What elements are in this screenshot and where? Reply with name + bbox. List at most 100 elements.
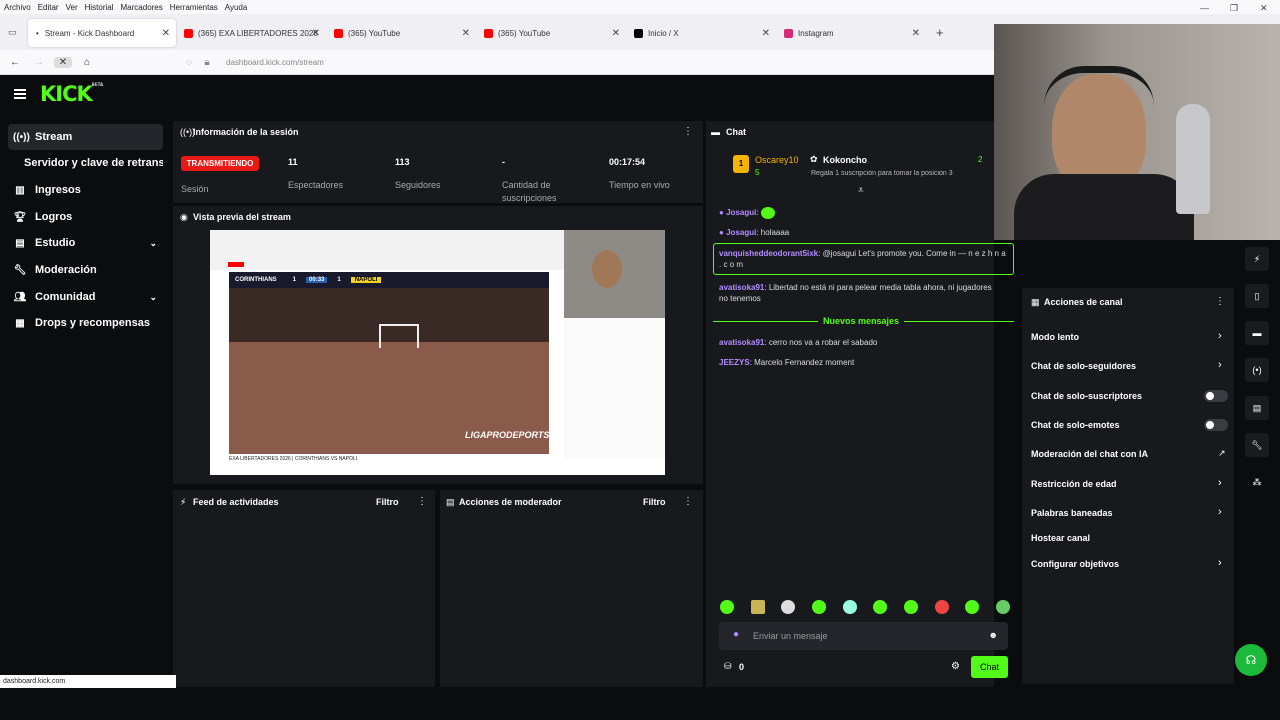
close-tab-icon[interactable]: ✕ bbox=[612, 28, 620, 39]
menu-ayuda[interactable]: Ayuda bbox=[225, 3, 248, 12]
chat-username[interactable]: Josagui bbox=[726, 208, 756, 217]
kick-logo[interactable]: KICKBETA bbox=[40, 82, 103, 106]
chevron-right-icon[interactable]: › bbox=[1218, 477, 1222, 489]
url-text[interactable]: dashboard.kick.com/stream bbox=[226, 58, 324, 67]
action-goals[interactable]: Configurar objetivos bbox=[1031, 559, 1119, 569]
forward-icon[interactable]: → bbox=[30, 57, 48, 68]
close-tab-icon[interactable]: ✕ bbox=[462, 28, 470, 39]
close-tab-icon[interactable]: ✕ bbox=[762, 28, 770, 39]
tab-exa-libertadores[interactable]: (365) EXA LIBERTADORES 2026 ✕ bbox=[176, 19, 326, 47]
chat-message: avatisoka91: Libertad no está ni para pe… bbox=[719, 283, 992, 303]
activity-feed-filter[interactable]: Filtro bbox=[376, 497, 399, 507]
emote-icon[interactable] bbox=[873, 600, 888, 614]
chevron-right-icon[interactable]: › bbox=[1218, 506, 1222, 518]
new-tab-icon[interactable]: + bbox=[936, 25, 944, 40]
emotes-only-toggle[interactable] bbox=[1204, 419, 1228, 431]
chat-send-button[interactable]: Chat bbox=[971, 656, 1008, 678]
chat-input[interactable]: ● Enviar un mensaje ☻ bbox=[719, 622, 1008, 650]
emote-icon[interactable] bbox=[750, 600, 765, 614]
lock-icon[interactable]: 🔒︎ bbox=[198, 57, 216, 68]
sidebar-item-comunidad[interactable]: 👥︎ Comunidad ⌄ bbox=[8, 284, 163, 310]
emote-icon[interactable] bbox=[811, 600, 826, 614]
gifter-name[interactable]: Kokoncho bbox=[823, 155, 867, 165]
bolt-icon[interactable]: ⚡︎ bbox=[1245, 247, 1269, 271]
menu-historial[interactable]: Historial bbox=[85, 3, 114, 12]
tab-youtube-1[interactable]: (365) YouTube ✕ bbox=[326, 19, 476, 47]
menu-marcadores[interactable]: Marcadores bbox=[121, 3, 163, 12]
emote-icon[interactable] bbox=[720, 600, 734, 614]
chat-username[interactable]: avatisoka91 bbox=[719, 338, 764, 347]
chat-rail-icon[interactable]: ▬ bbox=[1245, 321, 1269, 345]
more-options-icon[interactable]: ⋮ bbox=[1215, 296, 1225, 307]
tab-kick-dashboard[interactable]: • Stream - Kick Dashboard ✕ bbox=[28, 19, 176, 47]
close-tab-icon[interactable]: ✕ bbox=[162, 28, 170, 39]
action-host-channel[interactable]: Hostear canal bbox=[1031, 533, 1090, 543]
menu-herramientas[interactable]: Herramientas bbox=[170, 3, 218, 12]
share-icon[interactable]: ⁂ bbox=[1245, 470, 1269, 494]
sidebar-item-ingresos[interactable]: ▥ Ingresos bbox=[8, 177, 163, 203]
moderator-actions-filter[interactable]: Filtro bbox=[643, 497, 666, 507]
external-link-icon[interactable]: ↗ bbox=[1218, 448, 1226, 459]
collapse-icon[interactable]: ⩡ bbox=[858, 185, 864, 196]
emote-icon[interactable] bbox=[934, 600, 949, 614]
shield-icon[interactable]: ◌ bbox=[180, 57, 198, 68]
sidebar-item-drops[interactable]: ▦ Drops y recompensas bbox=[8, 310, 163, 336]
sidebar-item-moderacion[interactable]: 🔧︎ Moderación bbox=[8, 257, 163, 283]
action-age-restriction[interactable]: Restricción de edad bbox=[1031, 479, 1117, 489]
emote-icon[interactable] bbox=[903, 600, 918, 614]
emote-icon[interactable] bbox=[781, 600, 796, 614]
chat-message: ● Josagui: holaaaa bbox=[719, 228, 790, 237]
logo-text: KICK bbox=[40, 82, 93, 106]
rank-shield-icon: 1 bbox=[733, 155, 749, 173]
emoji-icon[interactable]: ☻ bbox=[989, 630, 998, 640]
menu-archivo[interactable]: Archivo bbox=[4, 3, 31, 12]
new-messages-label: Nuevos mensajes bbox=[818, 316, 905, 326]
action-followers-only[interactable]: Chat de solo-seguidores bbox=[1031, 361, 1136, 371]
emote-icon[interactable] bbox=[842, 600, 857, 614]
chevron-right-icon[interactable]: › bbox=[1218, 330, 1222, 342]
sidebar-item-stream[interactable]: ((•)) Stream bbox=[8, 124, 163, 150]
tab-x[interactable]: Inicio / X ✕ bbox=[626, 19, 776, 47]
pinned-user[interactable]: Oscarey10 bbox=[755, 155, 799, 165]
more-options-icon[interactable]: ⋮ bbox=[417, 496, 427, 507]
chat-username[interactable]: JEEZYS bbox=[719, 358, 750, 367]
minimize-icon[interactable]: — bbox=[1200, 3, 1209, 13]
wrench-icon[interactable]: 🔧︎ bbox=[1245, 433, 1269, 457]
menu-editar[interactable]: Editar bbox=[38, 3, 59, 12]
tab-instagram[interactable]: Instagram ✕ bbox=[776, 19, 926, 47]
list-icon[interactable]: ▤ bbox=[1245, 396, 1269, 420]
chat-username[interactable]: avatisoka91 bbox=[719, 283, 764, 292]
settings-gear-icon[interactable]: ⚙︎ bbox=[951, 661, 960, 672]
emote-icon[interactable] bbox=[995, 600, 1010, 614]
action-ai-moderation[interactable]: Moderación del chat con IA bbox=[1031, 449, 1148, 459]
hamburger-menu-icon[interactable] bbox=[14, 89, 26, 99]
emote-icon[interactable] bbox=[965, 600, 980, 614]
more-options-icon[interactable]: ⋮ bbox=[683, 496, 693, 507]
stop-icon[interactable]: ✕ bbox=[54, 56, 72, 68]
tab-youtube-2[interactable]: (365) YouTube ✕ bbox=[476, 19, 626, 47]
support-headset-icon[interactable]: ☊ bbox=[1235, 644, 1267, 676]
chevron-right-icon[interactable]: › bbox=[1218, 359, 1222, 371]
chat-username[interactable]: Josagui bbox=[726, 228, 756, 237]
tab-list-icon[interactable]: ▭ bbox=[8, 27, 22, 38]
close-tab-icon[interactable]: ✕ bbox=[312, 28, 320, 39]
subscribers-only-toggle[interactable] bbox=[1204, 390, 1228, 402]
document-icon[interactable]: ▯ bbox=[1245, 284, 1269, 308]
chevron-right-icon[interactable]: › bbox=[1218, 557, 1222, 569]
stream-preview-video[interactable]: CORINTHIANS 1 00:33 1 NAPOLI LIGAPRODEPO… bbox=[210, 230, 665, 475]
close-window-icon[interactable]: ✕ bbox=[1260, 3, 1268, 14]
menu-ver[interactable]: Ver bbox=[66, 3, 78, 12]
back-icon[interactable]: ← bbox=[6, 57, 24, 68]
restore-icon[interactable]: ❐ bbox=[1230, 3, 1238, 14]
webcam-feed bbox=[994, 24, 1280, 240]
sidebar-item-estudio[interactable]: ▤ Estudio ⌄ bbox=[8, 230, 163, 256]
sidebar-item-server-key[interactable]: Servidor y clave de retransm bbox=[8, 150, 163, 176]
more-options-icon[interactable]: ⋮ bbox=[683, 126, 693, 137]
action-slow-mode[interactable]: Modo lento bbox=[1031, 332, 1079, 342]
close-tab-icon[interactable]: ✕ bbox=[912, 28, 920, 39]
broadcast-icon[interactable]: (•) bbox=[1245, 358, 1269, 382]
sidebar-item-logros[interactable]: 🏆︎ Logros bbox=[8, 204, 163, 230]
action-banned-words[interactable]: Palabras baneadas bbox=[1031, 508, 1113, 518]
home-icon[interactable]: ⌂ bbox=[78, 57, 96, 68]
chat-username[interactable]: vanquisheddeodorant5ixk bbox=[719, 249, 818, 258]
